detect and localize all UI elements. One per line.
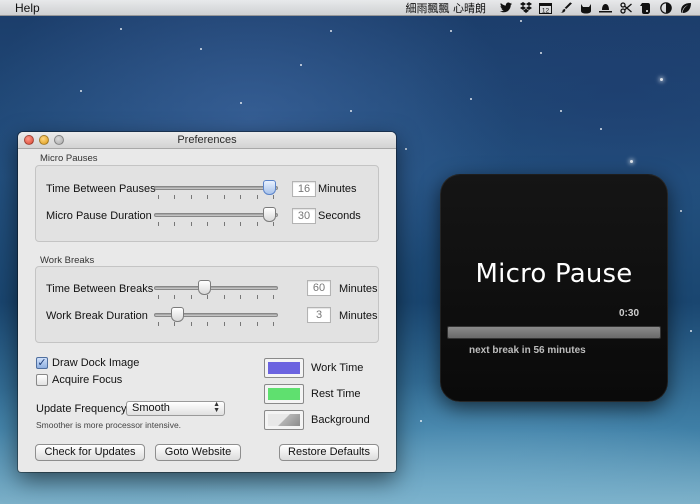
slider-track [154,213,278,217]
slider-ticks [158,222,274,226]
work-time-color-well[interactable] [264,358,304,378]
star [660,78,663,81]
star [470,98,472,100]
cat-icon[interactable] [579,2,592,14]
slider-track [154,186,278,190]
work-time-label: Work Time [311,362,364,374]
star [600,128,602,130]
slider-thumb[interactable] [263,207,277,222]
micro-pause-duration-field[interactable]: 30 [292,208,316,224]
time-between-breaks-label: Time Between Breaks [46,283,154,295]
star [690,330,692,332]
star [630,160,633,163]
menu-username[interactable]: 細雨飄飄 心晴朗 [406,0,487,16]
preferences-window: Preferences Micro Pauses Time Between Pa… [18,132,396,472]
draw-dock-image-checkbox[interactable]: ✓ Draw Dock Image [36,357,139,369]
chevron-up-down-icon: ▲ ▼ [213,401,220,414]
goto-website-button[interactable]: Goto Website [155,444,241,461]
micro-pause-duration-label: Micro Pause Duration [46,210,152,222]
pause-progress-bar [447,326,661,339]
next-break-text: next break in 56 minutes [469,345,586,356]
star [680,210,682,212]
checkbox-box[interactable] [36,374,48,386]
update-frequency-select[interactable]: Smooth ▲ ▼ [126,401,225,416]
star [420,420,422,422]
time-between-breaks-field[interactable]: 60 [307,280,331,296]
menu-help[interactable]: Help [15,1,40,15]
star [560,110,562,112]
star [405,148,407,150]
overlay-title: Micro Pause [475,259,633,289]
background-color-fill [268,414,300,426]
leaf-icon[interactable] [679,2,692,14]
status-area: 細雨飄飄 心晴朗 12 [406,0,700,16]
work-break-duration-unit: Minutes [339,310,378,322]
twitter-icon[interactable] [499,2,512,14]
update-frequency-value: Smooth [132,402,170,414]
time-between-pauses-slider[interactable] [154,180,278,199]
star [80,90,82,92]
micro-pause-duration-slider[interactable] [154,207,278,226]
time-between-pauses-unit: Minutes [318,183,357,195]
star [450,30,452,32]
rest-time-color-fill [268,388,300,400]
overlay-countdown: 0:30 [618,308,639,319]
brush-icon[interactable] [559,1,572,14]
star [540,52,542,54]
background-color-well[interactable] [264,410,304,430]
slider-thumb[interactable] [170,307,184,322]
evernote-icon[interactable] [639,2,652,14]
update-frequency-hint: Smoother is more processor intensive. [36,420,182,430]
time-between-breaks-slider[interactable] [154,280,278,299]
time-between-breaks-unit: Minutes [339,283,378,295]
star [120,28,122,30]
slider-thumb[interactable] [198,280,212,295]
acquire-focus-label: Acquire Focus [52,374,123,386]
bowler-hat-icon[interactable] [599,2,612,14]
moon-icon[interactable] [659,1,672,14]
draw-dock-image-label: Draw Dock Image [52,357,140,369]
window-titlebar[interactable]: Preferences [18,132,396,149]
star [240,102,242,104]
checkbox-box[interactable]: ✓ [36,357,48,369]
star [520,20,522,22]
work-breaks-section-label: Work Breaks [40,255,95,266]
star [300,64,302,66]
slider-ticks [158,295,274,299]
scissors-icon[interactable] [619,1,632,14]
acquire-focus-checkbox[interactable]: Acquire Focus [36,374,122,386]
calendar-day: 12 [542,7,550,14]
restore-defaults-button[interactable]: Restore Defaults [279,444,379,461]
slider-track [154,286,278,290]
slider-ticks [158,322,274,326]
micro-pause-overlay: Micro Pause 0:30 next break in 56 minute… [440,174,668,402]
menu-bar: Help 細雨飄飄 心晴朗 12 [0,0,700,16]
micro-pauses-group: Time Between Pauses 16 Minutes Micro Pau… [35,165,379,242]
rest-time-color-well[interactable] [264,384,304,404]
background-label: Background [311,414,370,426]
rest-time-label: Rest Time [311,388,361,400]
dropbox-icon[interactable] [519,2,532,14]
time-between-pauses-field[interactable]: 16 [292,181,316,197]
micro-pause-duration-unit: Seconds [318,210,361,222]
star [350,110,352,112]
check-for-updates-button[interactable]: Check for Updates [35,444,145,461]
update-frequency-label: Update Frequency [36,403,127,415]
slider-ticks [158,195,274,199]
work-break-duration-label: Work Break Duration [46,310,148,322]
window-title: Preferences [177,134,237,146]
star [200,48,202,50]
pause-progress-fill [448,327,660,338]
work-break-duration-slider[interactable] [154,307,278,326]
time-between-pauses-label: Time Between Pauses [46,183,156,195]
work-time-color-fill [268,362,300,374]
star [330,30,332,32]
calendar-icon[interactable]: 12 [539,2,552,14]
work-break-duration-field[interactable]: 3 [307,307,331,323]
work-breaks-group: Time Between Breaks 60 Minutes Work Brea… [35,266,379,343]
slider-thumb[interactable] [263,180,277,195]
micro-pauses-section-label: Micro Pauses [40,153,98,164]
